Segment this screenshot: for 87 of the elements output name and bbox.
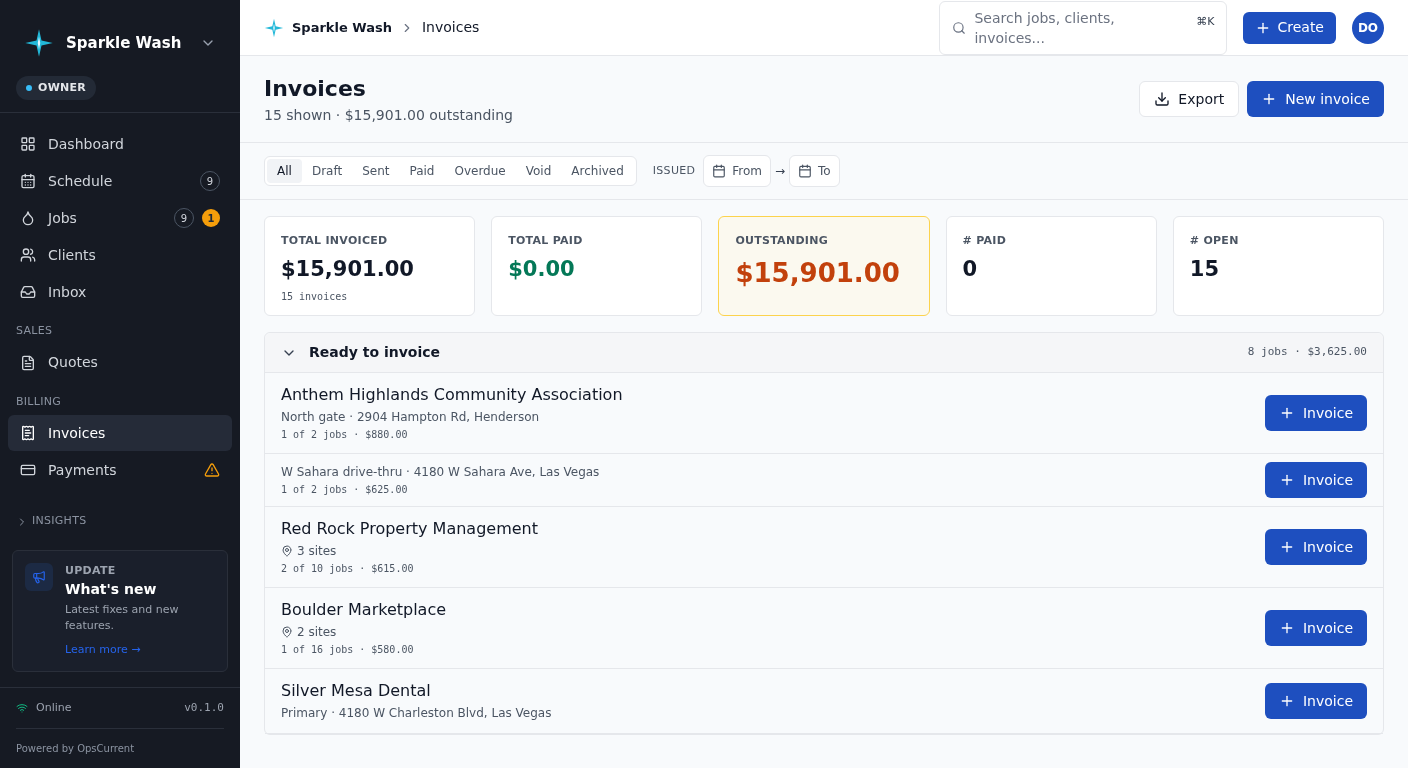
page-subtitle: 15 shown · $15,901.00 outstanding xyxy=(264,106,513,125)
stat-label: # PAID xyxy=(962,233,1008,249)
invoice-button[interactable]: Invoice xyxy=(1264,462,1367,498)
invoice-button[interactable]: Invoice xyxy=(1264,529,1367,565)
update-title: What's new xyxy=(65,580,158,600)
filter-tab[interactable]: Void xyxy=(515,159,562,183)
range-arrow: → xyxy=(774,163,785,180)
site-count: 3 sites xyxy=(297,543,337,560)
nav-item[interactable]: Schedule 9 xyxy=(8,163,232,200)
user-avatar[interactable]: DO xyxy=(1352,11,1384,44)
document-icon xyxy=(20,354,36,371)
site-count: 2 sites xyxy=(297,624,337,641)
create-button[interactable]: Create xyxy=(1243,11,1336,44)
site-address: W Sahara drive-thru · 4180 W Sahara Ave, Las Vegas xyxy=(281,464,600,481)
nav-item[interactable]: Clients xyxy=(8,237,232,274)
alert-badge: 1 xyxy=(202,209,220,228)
search-icon xyxy=(952,20,967,35)
stat-label: TOTAL INVOICED xyxy=(281,233,389,249)
client-name: Anthem Highlands Community Association xyxy=(281,384,623,406)
users-icon xyxy=(20,247,36,264)
stat-value: 15 xyxy=(1189,255,1221,283)
to-date-button[interactable]: To xyxy=(789,155,840,187)
receipt-icon xyxy=(20,425,36,442)
grid-icon xyxy=(20,136,36,153)
megaphone-icon xyxy=(32,569,46,584)
section-heading: BILLING xyxy=(15,393,62,410)
calendar-icon xyxy=(712,164,727,178)
pin-icon xyxy=(281,545,293,557)
nav-item[interactable]: Quotes xyxy=(8,344,232,381)
filter-tab[interactable]: Draft xyxy=(301,159,353,183)
update-eyebrow: UPDATE xyxy=(65,562,117,579)
site-address: Primary · 4180 W Charleston Blvd, Las Vegas xyxy=(281,705,552,722)
invoice-button[interactable]: Invoice xyxy=(1264,610,1367,646)
filter-tab[interactable]: Archived xyxy=(561,159,634,183)
site-address: North gate · 2904 Hampton Rd, Henderson xyxy=(281,409,541,426)
new-invoice-button[interactable]: New invoice xyxy=(1247,81,1384,117)
page-title: Invoices xyxy=(264,75,367,103)
client-name: Boulder Marketplace xyxy=(281,599,447,621)
nav-item[interactable]: Inbox xyxy=(8,274,232,311)
nav-item[interactable]: Jobs 9 1 xyxy=(8,200,232,237)
stat-label: # OPEN xyxy=(1189,233,1240,249)
client-name: Red Rock Property Management xyxy=(281,518,538,540)
calendar-icon xyxy=(798,164,812,178)
filter-tab[interactable]: Paid xyxy=(399,159,445,183)
issued-label: ISSUED xyxy=(652,162,696,179)
nav-item[interactable]: Dashboard xyxy=(8,126,232,163)
powered-by-text: Powered by OpsCurrent xyxy=(16,742,136,756)
stat-value: 0 xyxy=(962,255,979,283)
nav-item[interactable]: Invoices xyxy=(8,415,232,452)
stat-label: OUTSTANDING xyxy=(735,233,829,249)
wifi-icon xyxy=(16,701,28,714)
job-summary: 1 of 2 jobs · $880.00 xyxy=(281,428,409,442)
role-badge: OWNER xyxy=(16,75,97,101)
section-heading: SALES xyxy=(15,323,54,340)
client-name: Silver Mesa Dental xyxy=(281,680,432,702)
from-date-button[interactable]: From xyxy=(703,155,771,187)
status-label: Online xyxy=(36,699,72,716)
breadcrumb-current: Invoices xyxy=(421,18,480,37)
update-text: Latest fixes and new features. xyxy=(65,602,180,635)
shortcut-hint: ⌘K xyxy=(1196,13,1215,30)
invoice-button[interactable]: Invoice xyxy=(1264,683,1367,719)
download-icon xyxy=(1154,91,1171,107)
panel-summary: 8 jobs · $3,625.00 xyxy=(1247,344,1367,361)
calendar-icon xyxy=(20,173,36,190)
stat-label: TOTAL PAID xyxy=(508,233,584,249)
search-field[interactable]: Search jobs, clients, invoices... ⌘K xyxy=(939,0,1228,55)
job-summary: 1 of 16 jobs · $580.00 xyxy=(281,643,415,657)
stat-value: $0.00 xyxy=(508,255,576,283)
nav-item[interactable]: Payments xyxy=(8,452,232,489)
insights-toggle[interactable]: INSIGHTS xyxy=(8,513,232,530)
export-button[interactable]: Export xyxy=(1139,81,1240,117)
stat-value: $15,901.00 xyxy=(281,255,415,283)
job-summary: 2 of 10 jobs · $615.00 xyxy=(281,562,415,576)
panel-title: Ready to invoice xyxy=(309,343,441,362)
filter-tab[interactable]: Overdue xyxy=(444,159,516,183)
invoice-button[interactable]: Invoice xyxy=(1264,395,1367,431)
filter-tab[interactable]: Sent xyxy=(352,159,400,183)
job-summary: 1 of 2 jobs · $625.00 xyxy=(281,483,409,497)
breadcrumb-link[interactable]: Sparkle Wash xyxy=(292,17,392,38)
brand-name: Sparkle Wash xyxy=(66,32,182,54)
pin-icon xyxy=(281,626,293,638)
stat-note: 15 invoices xyxy=(281,290,349,304)
stat-value: $15,901.00 xyxy=(735,256,901,290)
version-label: v0.1.0 xyxy=(184,699,224,716)
filter-tab[interactable]: All xyxy=(267,159,302,183)
drop-icon xyxy=(20,210,36,227)
inbox-icon xyxy=(20,284,36,301)
